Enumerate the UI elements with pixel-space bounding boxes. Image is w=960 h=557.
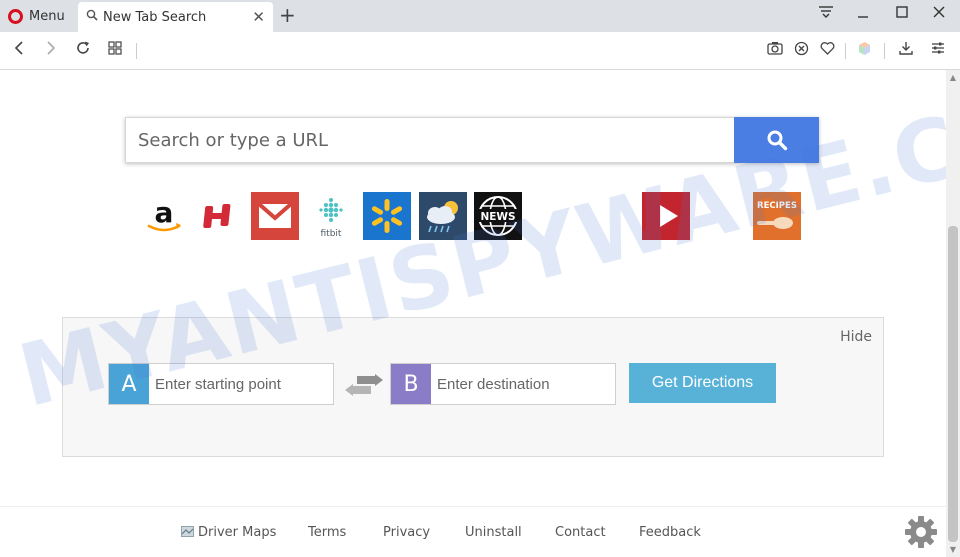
scroll-up-icon[interactable]: ▲ xyxy=(948,73,958,82)
fitbit-icon: fitbit xyxy=(319,198,343,239)
directions-widget: Hide A B Get Directions xyxy=(62,317,884,457)
maximize-icon[interactable] xyxy=(890,4,914,23)
minimize-icon[interactable] xyxy=(851,4,875,23)
map-icon xyxy=(181,526,194,537)
forward-icon[interactable] xyxy=(41,40,61,61)
hide-link[interactable]: Hide xyxy=(840,329,872,345)
toolbar xyxy=(0,32,960,70)
footer-link-label: Driver Maps xyxy=(198,525,277,540)
ad-block-icon[interactable] xyxy=(792,41,810,60)
tile-fitbit[interactable]: fitbit xyxy=(307,192,355,240)
search-button[interactable] xyxy=(734,117,819,163)
hotels-icon xyxy=(203,204,231,228)
destination-badge: B xyxy=(391,364,431,404)
menu-label: Menu xyxy=(29,8,65,24)
amazon-icon: a xyxy=(147,196,181,232)
weather-icon xyxy=(419,192,467,240)
start-point-input[interactable] xyxy=(149,364,333,404)
news-globe-icon: NEWS xyxy=(474,192,522,240)
tab-menu-icon[interactable] xyxy=(814,4,838,23)
reload-icon[interactable] xyxy=(73,40,93,61)
tab-new-tab-search[interactable]: New Tab Search ✕ xyxy=(78,2,273,32)
tile-weather[interactable] xyxy=(419,192,467,240)
easy-setup-icon[interactable] xyxy=(929,41,947,59)
footer-link-contact[interactable]: Contact xyxy=(555,525,606,540)
browser-window: Menu New Tab Search ✕ + Search or type a… xyxy=(0,0,960,557)
scroll-down-icon[interactable]: ▼ xyxy=(948,545,958,554)
footer-link-privacy[interactable]: Privacy xyxy=(383,525,430,540)
tile-gmail[interactable] xyxy=(251,192,299,240)
tab-close-icon[interactable]: ✕ xyxy=(252,8,265,26)
fitbit-label: fitbit xyxy=(321,229,342,239)
footer-link-driver-maps[interactable]: Driver Maps xyxy=(181,525,276,540)
swap-arrows-icon[interactable] xyxy=(345,373,383,397)
tile-walmart[interactable] xyxy=(363,192,411,240)
speed-dial-icon[interactable] xyxy=(105,40,125,60)
snapshot-icon[interactable] xyxy=(766,41,784,59)
page-content: a f xyxy=(0,57,960,557)
get-directions-button[interactable]: Get Directions xyxy=(629,363,776,403)
search-input[interactable] xyxy=(125,117,734,163)
scrollbar-thumb[interactable] xyxy=(948,226,958,542)
play-video-icon xyxy=(642,192,690,240)
tile-news[interactable]: NEWS xyxy=(474,192,522,240)
address-divider xyxy=(136,43,137,59)
start-badge: A xyxy=(109,364,149,404)
heart-icon[interactable] xyxy=(818,41,836,59)
news-label: NEWS xyxy=(480,211,515,223)
tab-strip: Menu New Tab Search ✕ + xyxy=(0,0,960,32)
recipes-icon: RECIPES xyxy=(753,192,801,240)
download-icon[interactable] xyxy=(897,41,915,59)
opera-menu-button[interactable]: Menu xyxy=(8,5,65,27)
walmart-icon xyxy=(363,192,411,240)
footer-link-terms[interactable]: Terms xyxy=(308,525,346,540)
footer: Driver Maps Terms Privacy Uninstall Cont… xyxy=(0,506,946,557)
back-icon[interactable] xyxy=(9,40,29,61)
destination-field: B xyxy=(390,363,616,405)
new-tab-button[interactable]: + xyxy=(279,3,296,27)
settings-gear-icon[interactable] xyxy=(904,515,938,549)
close-window-icon[interactable] xyxy=(927,4,951,23)
destination-input[interactable] xyxy=(431,364,615,404)
opera-logo-icon xyxy=(8,8,23,24)
footer-link-uninstall[interactable]: Uninstall xyxy=(465,525,522,540)
svg-text:a: a xyxy=(155,196,174,229)
gmail-icon xyxy=(251,192,299,240)
tile-recipes[interactable]: RECIPES xyxy=(753,192,801,240)
search-icon xyxy=(86,9,98,25)
tile-amazon[interactable]: a xyxy=(140,192,188,240)
toolbar-divider xyxy=(845,43,846,59)
tile-hotels[interactable] xyxy=(196,192,244,240)
footer-link-feedback[interactable]: Feedback xyxy=(639,525,701,540)
recipes-label: RECIPES xyxy=(757,201,797,211)
extension-cube-icon[interactable] xyxy=(855,41,873,60)
tab-title: New Tab Search xyxy=(103,9,207,25)
toolbar-divider-2 xyxy=(884,43,885,59)
tile-youtube[interactable] xyxy=(642,192,690,240)
search-icon xyxy=(767,130,787,151)
search-bar xyxy=(125,117,819,163)
start-point-field: A xyxy=(108,363,334,405)
